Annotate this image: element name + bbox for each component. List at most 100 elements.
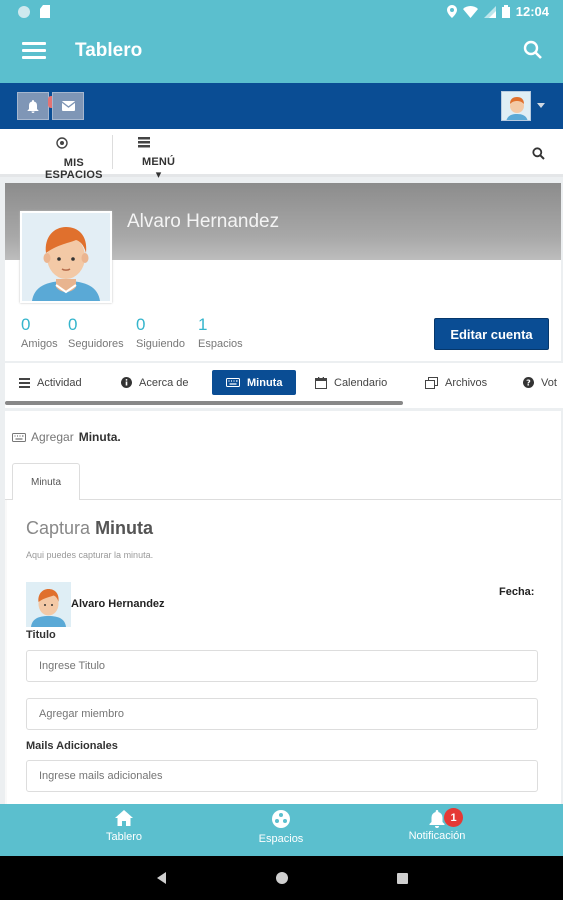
profile-avatar [20, 211, 112, 303]
bottom-nav-notificacion[interactable]: 1 Notificación [404, 808, 470, 842]
battery-icon [501, 5, 510, 18]
clock: 12:04 [515, 4, 549, 19]
chevron-down-icon[interactable] [537, 103, 545, 108]
notifications-button[interactable]: 76 [17, 92, 67, 120]
signal-icon [483, 5, 496, 18]
spaces-icon [272, 810, 290, 828]
location-icon [446, 5, 457, 18]
question-icon: ? [523, 377, 534, 388]
tab-acerca-de[interactable]: Acerca de [121, 370, 189, 395]
menu-icon [138, 137, 150, 148]
tab-label: Vot [541, 376, 557, 389]
add-member-input[interactable] [26, 698, 538, 730]
app-bar: Tablero [0, 24, 563, 83]
keyboard-icon [226, 378, 240, 387]
keyboard-icon [12, 432, 26, 442]
home-circle-icon[interactable] [276, 872, 288, 884]
status-bar: 12:04 [0, 0, 563, 24]
bottom-nav-label: Espacios [258, 833, 304, 845]
bottom-nav-espacios[interactable]: Espacios [254, 810, 308, 845]
status-circle-icon [18, 5, 30, 18]
additional-mails-input[interactable] [26, 760, 538, 792]
nav-divider [112, 135, 113, 169]
back-icon[interactable] [157, 872, 166, 884]
my-spaces-dropdown[interactable]: MIS ESPACIOS ▾ [26, 137, 102, 194]
system-nav-bar [0, 856, 563, 900]
tab-calendario[interactable]: Calendario [315, 370, 387, 395]
tab-label: Actividad [37, 376, 82, 389]
envelope-icon [61, 101, 75, 111]
tab-label: Minuta [247, 376, 283, 389]
stat-value: 0 [68, 315, 78, 334]
notification-badge: 1 [444, 808, 463, 827]
form-title-light: Captura [26, 518, 91, 538]
stat-label: Espacios [198, 338, 243, 350]
profile-card: Alvaro Hernandez 0 Amigos 0 Seguidores 0… [5, 183, 561, 361]
tab-minuta[interactable]: Minuta [212, 370, 297, 395]
bell-icon [27, 99, 39, 113]
add-minuta-bold: Minuta. [78, 430, 121, 444]
profile-tabs: Actividad Acerca de Minuta Calendario Ar… [5, 363, 563, 408]
tab-vot[interactable]: ? Vot [523, 370, 557, 395]
my-spaces-label: MIS ESPACIOS [45, 157, 103, 181]
hamburger-menu-icon[interactable] [22, 42, 46, 62]
stat-value: 0 [21, 315, 31, 334]
stat-label: Amigos [21, 338, 58, 350]
bottom-nav-label: Tablero [105, 831, 143, 843]
tab-archivos[interactable]: Archivos [425, 370, 487, 395]
tab-label: Calendario [334, 376, 388, 389]
author-avatar [26, 582, 71, 627]
user-action-bar: 76 [0, 83, 563, 129]
menu-label: MENÚ [142, 156, 176, 168]
stat-friends[interactable]: 0 Amigos [21, 315, 58, 350]
stat-value: 1 [198, 315, 208, 334]
search-icon[interactable] [523, 40, 543, 60]
files-icon [425, 376, 438, 389]
calendar-icon [315, 376, 327, 389]
caret-down-icon: ▾ [155, 169, 162, 181]
form-subtitle: Aqui puedes capturar la minuta. [26, 550, 154, 560]
menu-dropdown[interactable]: MENÚ ▾ [123, 137, 175, 181]
minuta-form-panel: Captura Minuta Aqui puedes capturar la m… [5, 499, 561, 804]
stat-label: Seguidores [68, 338, 124, 350]
search-icon[interactable] [532, 147, 545, 160]
stat-label: Siguiendo [136, 338, 185, 350]
author-name: Alvaro Hernandez [71, 598, 165, 610]
bottom-nav-tablero[interactable]: Tablero [100, 810, 148, 843]
home-icon [115, 810, 133, 826]
stat-followers[interactable]: 0 Seguidores [68, 315, 124, 350]
stat-spaces[interactable]: 1 Espacios [198, 315, 243, 350]
title-label: Titulo [26, 629, 56, 641]
list-icon [19, 377, 30, 388]
tab-actividad[interactable]: Actividad [19, 370, 82, 395]
tab-label: Acerca de [139, 376, 189, 389]
form-title-bold: Minuta [95, 518, 154, 538]
info-icon [121, 377, 132, 388]
secondary-nav: MIS ESPACIOS ▾ MENÚ ▾ [0, 129, 563, 194]
add-minuta-link[interactable]: Agregar Minuta. [12, 430, 121, 444]
edit-account-button[interactable]: Editar cuenta [434, 318, 549, 350]
minuta-content: Agregar Minuta. Minuta Captura Minuta Aqu… [5, 411, 561, 804]
bottom-nav-label: Notificación [408, 830, 466, 842]
stat-value: 0 [136, 315, 146, 334]
recent-apps-icon[interactable] [397, 873, 408, 884]
target-icon [56, 137, 68, 149]
form-title: Captura Minuta [26, 518, 153, 539]
wifi-icon [462, 5, 478, 18]
minuta-form: Captura Minuta Aqui puedes capturar la m… [7, 500, 561, 804]
messages-button[interactable] [52, 92, 84, 120]
title-input[interactable] [26, 650, 538, 682]
profile-name: Alvaro Hernandez [127, 211, 280, 232]
bell-icon [429, 810, 445, 828]
date-label: Fecha: [499, 586, 535, 598]
stat-following[interactable]: 0 Siguiendo [136, 315, 185, 350]
tab-label: Archivos [445, 376, 488, 389]
page-title: Tablero [75, 40, 143, 61]
tabs-scrollbar[interactable] [5, 401, 403, 405]
user-avatar[interactable] [501, 91, 531, 121]
additional-mails-label: Mails Adicionales [26, 740, 118, 752]
svg-text:?: ? [526, 379, 531, 388]
sd-card-icon [40, 5, 50, 18]
tab-minuta-inner[interactable]: Minuta [12, 463, 80, 500]
add-minuta-prefix: Agregar [31, 430, 74, 444]
